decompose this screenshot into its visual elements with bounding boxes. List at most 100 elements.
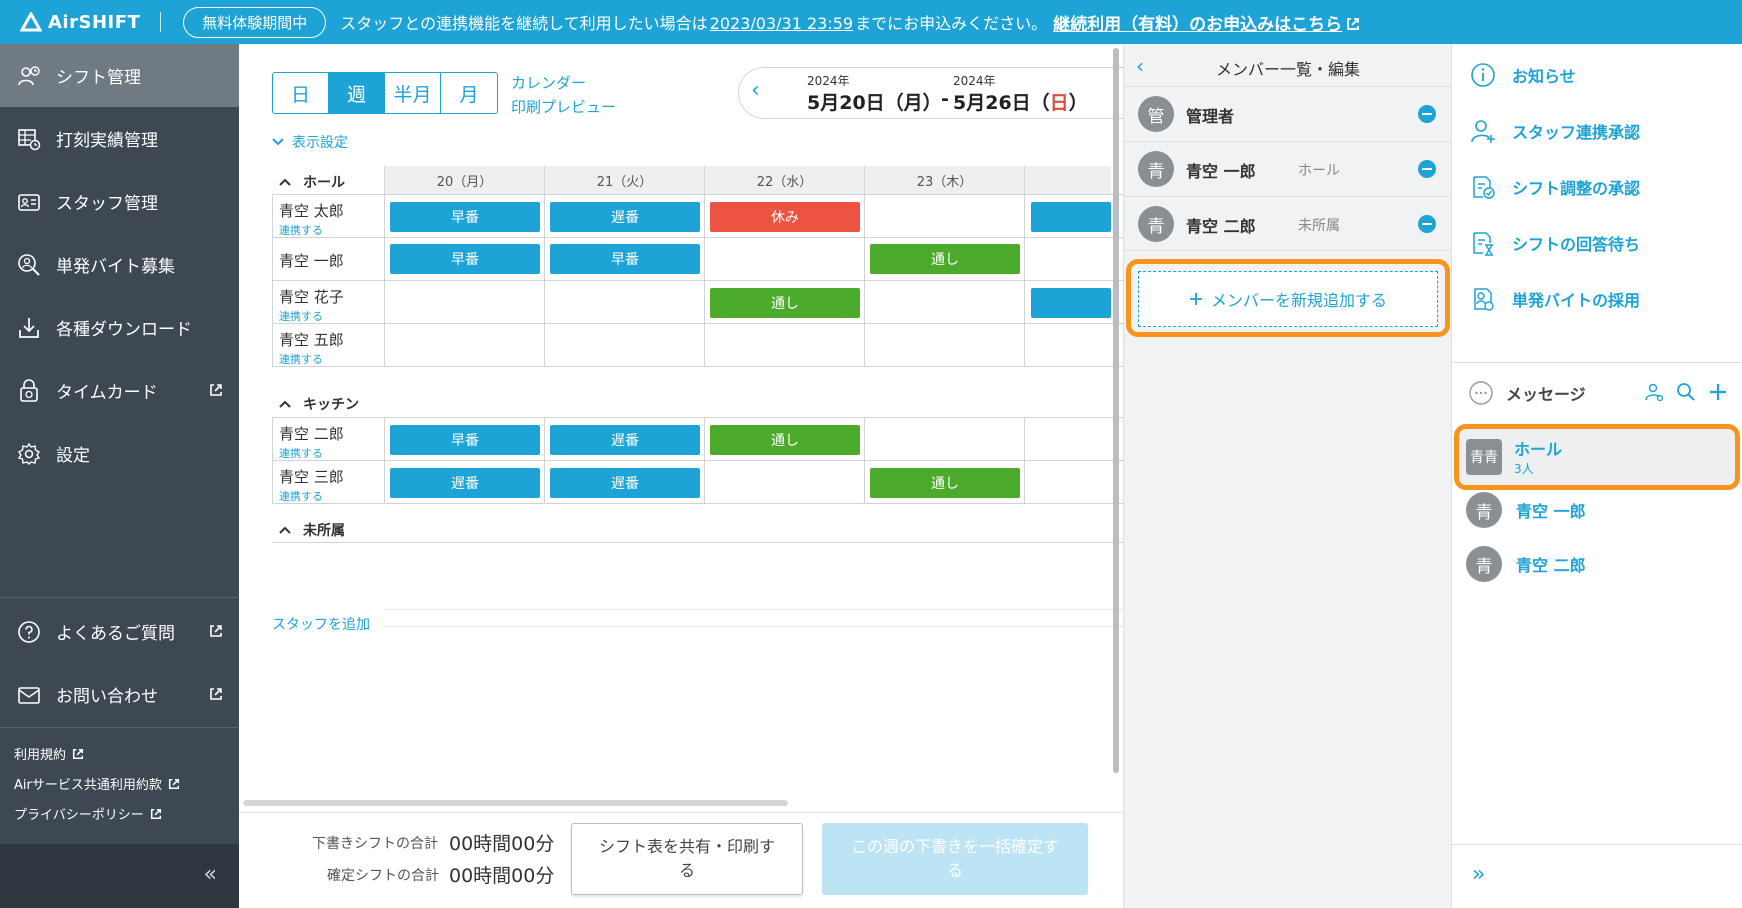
continue-subscription-link[interactable]: 継続利用（有料）のお申込みはこちら [1053,10,1360,35]
row-divider [272,460,1123,461]
share-print-button[interactable]: シフト表を共有・印刷する [571,823,803,895]
print-preview-link[interactable]: 印刷プレビュー [511,96,616,117]
question-circle-icon [16,619,42,645]
staff-name: 青空 二郎 [279,425,344,443]
logo-separator [160,12,162,32]
horizontal-scrollbar[interactable] [243,800,788,806]
view-week-button[interactable]: 週 [329,73,385,113]
sidebar-item-faq[interactable]: よくあるご質問 [0,600,239,663]
date-range-navigator: ‹ 2024年 5月20日（月） - 2024年 5月26日（日） [738,67,1138,119]
group-header-unassigned[interactable]: 未所属 [279,520,345,540]
group-header-hall[interactable]: ホール [279,172,345,192]
air-terms-label: Airサービス共通利用約款 [14,778,162,793]
person-settings-icon[interactable] [1644,382,1664,402]
remove-member-button[interactable] [1418,215,1436,233]
shift-block-full[interactable]: 通し [710,288,860,318]
sidebar-item-one-time-job[interactable]: 単発バイト募集 [0,233,239,296]
shift-block[interactable]: 遅番 [550,425,700,455]
info-circle-icon [1468,60,1498,90]
member-group-tag: ホール [1298,163,1340,179]
date-separator: - [941,88,949,110]
airshift-logo[interactable]: AirSHIFT [20,12,140,33]
shift-block[interactable]: 早番 [390,202,540,232]
group-header-kitchen[interactable]: キッチン [279,394,359,414]
link-staff-link[interactable]: 連携する [279,488,323,504]
sidebar-item-shift-management[interactable]: シフト管理 [0,44,239,107]
member-name: 青空 二郎 [1186,217,1256,236]
external-link-icon [72,748,84,759]
message-thread[interactable]: 青 青空 二郎 [1466,546,1586,582]
sidebar-item-settings[interactable]: 設定 [0,422,239,485]
shift-block[interactable]: 遅番 [550,468,700,498]
shift-block-off[interactable]: 休み [710,202,860,232]
link-staff-link[interactable]: 連携する [279,351,323,367]
vertical-scrollbar[interactable] [1111,44,1121,774]
terms-link[interactable]: 利用規約 [14,744,84,763]
air-service-terms-link[interactable]: Airサービス共通利用約款 [14,774,180,793]
external-link-icon [210,384,222,396]
sidebar-item-label: 打刻実績管理 [56,131,158,151]
awaiting-shift-responses-link[interactable]: シフトの回答待ち [1468,228,1640,258]
person-search-icon [16,252,42,278]
expand-panel-button[interactable]: » [1472,862,1485,887]
day-header [1024,166,1111,194]
message-thread-hall[interactable]: 青青 ホール 3人 [1466,436,1562,477]
confirm-all-drafts-button[interactable]: この週の下書きを一括確定する [822,823,1088,895]
one-time-job-hiring-link[interactable]: 単発バイトの採用 [1468,284,1640,314]
add-new-member-button[interactable]: メンバーを新規追加する [1138,271,1438,327]
shift-block[interactable]: 早番 [390,244,540,274]
scroll-thumb[interactable] [1113,48,1119,773]
sidebar-item-timestamp-records[interactable]: 打刻実績管理 [0,107,239,170]
display-settings-toggle[interactable]: 表示設定 [272,132,348,152]
shift-block-full[interactable]: 通し [870,468,1020,498]
sidebar-divider [0,597,239,598]
shift-block[interactable]: 遅番 [390,468,540,498]
plus-icon [1189,293,1202,305]
plus-icon[interactable] [1708,382,1728,402]
start-date: 5月20日（月） [807,92,942,114]
shift-adjustment-approval-link[interactable]: シフト調整の承認 [1468,172,1640,202]
sidebar-item-label: シフト管理 [56,68,141,88]
person-add-icon [1468,116,1498,146]
notices-link[interactable]: お知らせ [1468,60,1576,90]
view-half-month-button[interactable]: 半月 [385,73,441,113]
rp-item-label: お知らせ [1512,67,1576,86]
staff-link-approval-link[interactable]: スタッフ連携承認 [1468,116,1640,146]
sidebar-item-timecard[interactable]: タイムカード [0,359,239,422]
shift-block-full[interactable]: 通し [870,244,1020,274]
row-divider [272,280,1123,281]
confirm-label-line2: る [946,861,963,880]
calendar-link[interactable]: カレンダー [511,72,586,93]
link-staff-link[interactable]: 連携する [279,445,323,461]
link-staff-link[interactable]: 連携する [279,222,323,238]
view-day-button[interactable]: 日 [273,73,329,113]
sidebar-item-contact[interactable]: お問い合わせ [0,663,239,726]
chevron-left-icon[interactable]: ‹ [751,78,760,103]
shift-block-full[interactable]: 通し [710,425,860,455]
link-staff-link[interactable]: 連携する [279,308,323,324]
shift-block[interactable]: 早番 [550,244,700,274]
remove-member-button[interactable] [1418,160,1436,178]
remove-member-button[interactable] [1418,105,1436,123]
message-thread[interactable]: 青 青空 一郎 [1466,492,1586,528]
shift-block[interactable]: 早番 [390,425,540,455]
draft-total-value: 00時間00分 [449,833,555,855]
sidebar-item-downloads[interactable]: 各種ダウンロード [0,296,239,359]
right-panel: お知らせ スタッフ連携承認 シフト調整の承認 シフトの回答待ち 単発バイトの採用… [1451,44,1742,908]
search-icon[interactable] [1676,382,1696,402]
member-name: 青空 一郎 [1186,162,1256,181]
shift-block-partial[interactable] [1031,288,1111,318]
privacy-policy-link[interactable]: プライバシーポリシー [14,804,162,823]
add-staff-link[interactable]: スタッフを追加 [272,614,370,634]
staff-name: 青空 五郎 [279,331,344,349]
shift-block[interactable]: 遅番 [550,202,700,232]
avatar: 青 [1466,492,1502,528]
shift-block-partial[interactable] [1031,202,1111,232]
panel-divider [1452,844,1742,845]
external-link-icon [168,778,179,789]
chevron-up-icon [279,178,291,186]
display-settings-label: 表示設定 [292,135,348,151]
sidebar-collapse-button[interactable]: « [0,844,239,908]
view-month-button[interactable]: 月 [441,73,497,113]
sidebar-item-staff-management[interactable]: スタッフ管理 [0,170,239,233]
